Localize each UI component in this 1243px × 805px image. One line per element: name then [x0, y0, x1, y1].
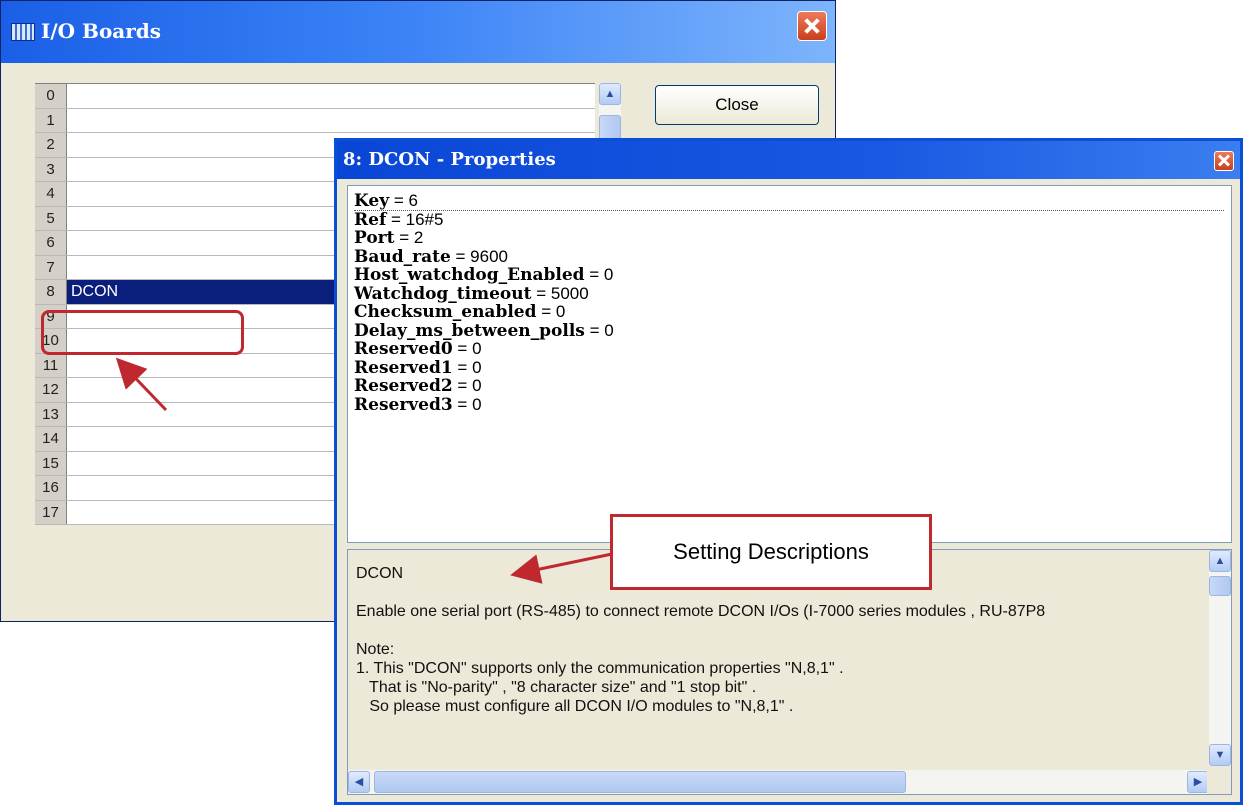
description-pointer-arrow: [510, 552, 613, 584]
row-pointer-arrow: [115, 357, 168, 412]
annotation-arrows: [115, 357, 613, 584]
